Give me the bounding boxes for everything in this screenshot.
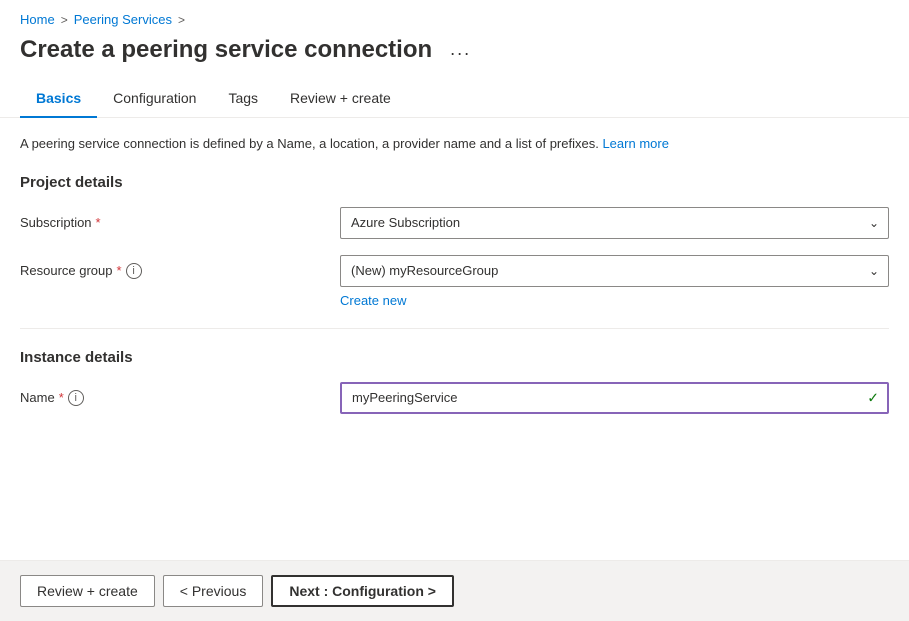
subscription-required: * xyxy=(96,215,101,230)
project-details-title: Project details xyxy=(20,174,889,191)
name-control: ✓ xyxy=(340,382,889,414)
resource-group-section: Resource group * i (New) myResourceGroup… xyxy=(20,255,889,308)
section-divider xyxy=(20,328,889,329)
breadcrumb-separator-2: > xyxy=(178,13,185,27)
resource-group-dropdown-wrapper: (New) myResourceGroup ⌄ xyxy=(340,255,889,287)
subscription-dropdown[interactable]: Azure Subscription xyxy=(340,207,889,239)
resource-group-required: * xyxy=(117,263,122,278)
name-row: Name * i ✓ xyxy=(20,382,889,414)
tab-configuration[interactable]: Configuration xyxy=(97,80,212,118)
resource-group-control: (New) myResourceGroup ⌄ Create new xyxy=(340,255,889,308)
tab-tags[interactable]: Tags xyxy=(212,80,274,118)
name-required: * xyxy=(59,390,64,405)
breadcrumb: Home > Peering Services > xyxy=(0,0,909,35)
tab-basics[interactable]: Basics xyxy=(20,80,97,118)
resource-group-dropdown[interactable]: (New) myResourceGroup xyxy=(340,255,889,287)
previous-button[interactable]: < Previous xyxy=(163,575,264,607)
footer: Review + create < Previous Next : Config… xyxy=(0,560,909,621)
tabs-bar: Basics Configuration Tags Review + creat… xyxy=(0,80,909,118)
breadcrumb-home[interactable]: Home xyxy=(20,12,55,27)
main-content: A peering service connection is defined … xyxy=(0,134,909,510)
resource-group-indent-area: Resource group * i xyxy=(20,255,340,308)
name-input-wrapper: ✓ xyxy=(340,382,889,414)
name-check-icon: ✓ xyxy=(867,389,879,406)
subscription-row: Subscription * Azure Subscription ⌄ xyxy=(20,207,889,239)
page-title: Create a peering service connection xyxy=(20,36,432,64)
subscription-label: Subscription * xyxy=(20,207,340,230)
subscription-control: Azure Subscription ⌄ xyxy=(340,207,889,239)
breadcrumb-separator-1: > xyxy=(61,13,68,27)
instance-details-title: Instance details xyxy=(20,349,889,366)
resource-group-info-icon[interactable]: i xyxy=(126,263,142,279)
resource-group-label: Resource group * i xyxy=(20,255,340,279)
name-info-icon[interactable]: i xyxy=(68,390,84,406)
name-label: Name * i xyxy=(20,382,340,406)
subscription-dropdown-wrapper: Azure Subscription ⌄ xyxy=(340,207,889,239)
page-header: Create a peering service connection ... xyxy=(0,35,909,80)
create-new-link[interactable]: Create new xyxy=(340,293,889,308)
next-button[interactable]: Next : Configuration > xyxy=(271,575,454,607)
name-input[interactable] xyxy=(340,382,889,414)
learn-more-link[interactable]: Learn more xyxy=(602,136,668,151)
tab-review-create[interactable]: Review + create xyxy=(274,80,407,118)
description-text: A peering service connection is defined … xyxy=(20,134,889,154)
ellipsis-button[interactable]: ... xyxy=(444,35,477,64)
review-create-button[interactable]: Review + create xyxy=(20,575,155,607)
breadcrumb-peering-services[interactable]: Peering Services xyxy=(74,12,172,27)
